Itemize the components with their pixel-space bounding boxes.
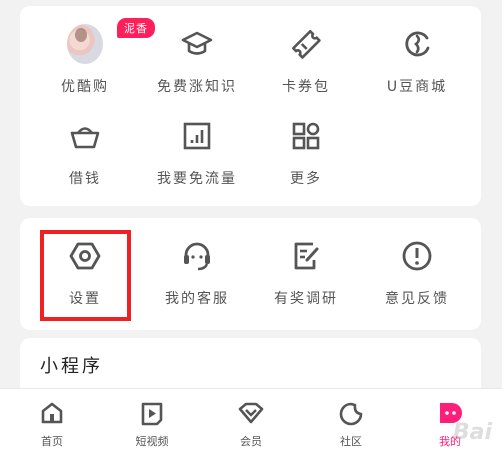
tab-vip[interactable]: 会员: [211, 399, 291, 449]
tab-community[interactable]: 社区: [311, 399, 391, 449]
tool-customer-service[interactable]: 我的客服: [142, 238, 252, 308]
service-label: 卡券包: [282, 79, 330, 95]
service-label: 借钱: [69, 171, 101, 187]
tab-label: 会员: [240, 435, 262, 448]
exclamation-icon: [399, 238, 435, 274]
home-icon: [38, 399, 66, 427]
settings-highlight-box: [40, 230, 131, 321]
headset-icon: [179, 238, 215, 274]
survey-pen-icon: [288, 238, 324, 274]
tool-label: 有奖调研: [274, 291, 338, 307]
services-card: 优酷购 泥香 免费涨知识 卡券包 U豆商城 借钱 我要免流量 更多: [20, 6, 481, 206]
tool-feedback[interactable]: 意见反馈: [362, 238, 472, 308]
diamond-icon: [237, 399, 265, 427]
avatar: [67, 24, 103, 64]
graduation-cap-icon: [179, 26, 215, 62]
service-coupons[interactable]: 卡券包: [251, 26, 361, 96]
service-label: 我要免流量: [157, 171, 237, 187]
tab-home[interactable]: 首页: [12, 399, 92, 449]
tab-label: 首页: [41, 435, 63, 448]
service-label: 更多: [290, 171, 322, 187]
u-bean-icon: [399, 26, 435, 62]
service-label: 优酷购: [61, 79, 109, 95]
tab-label: 短视频: [135, 435, 169, 448]
bottom-tabbar: 首页 短视频 会员 社区 我的 Bai: [0, 388, 502, 465]
ticket-icon: [288, 26, 324, 62]
service-more[interactable]: 更多: [251, 118, 361, 188]
ingot-icon: [67, 118, 103, 154]
service-free-data[interactable]: 我要免流量: [142, 118, 252, 188]
section-title: 小程序: [40, 356, 103, 377]
grid-icon: [288, 118, 324, 154]
tool-label: 意见反馈: [385, 291, 449, 307]
play-icon: [138, 399, 166, 427]
watermark: Bai: [452, 420, 492, 445]
tab-short-video[interactable]: 短视频: [112, 399, 192, 449]
community-icon: [337, 399, 365, 427]
tool-survey[interactable]: 有奖调研: [251, 238, 361, 308]
service-label: 免费涨知识: [157, 79, 237, 95]
service-u-bean-mall[interactable]: U豆商城: [362, 26, 472, 96]
service-label: U豆商城: [386, 79, 448, 95]
tool-label: 我的客服: [165, 291, 229, 307]
service-borrow[interactable]: 借钱: [30, 118, 140, 188]
tab-label: 社区: [340, 435, 362, 448]
data-chart-icon: [179, 118, 215, 154]
service-free-knowledge[interactable]: 免费涨知识: [142, 26, 252, 96]
